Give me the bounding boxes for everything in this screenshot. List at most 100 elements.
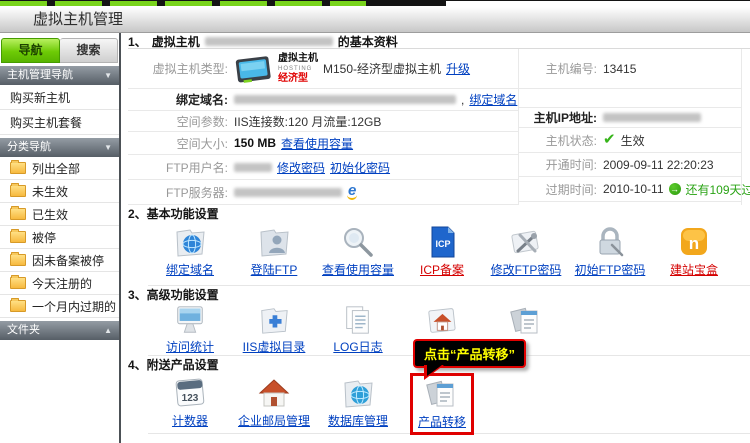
row-open-time: 开通时间: 2009-09-11 22:20:23 <box>519 153 741 177</box>
pages-icon <box>508 304 544 338</box>
folder-icon <box>10 300 26 312</box>
highlight-box: 产品转移 <box>410 373 474 435</box>
status-value: 生效 <box>621 132 645 149</box>
house-icon <box>256 376 292 410</box>
feature-sitebox[interactable]: n 建站宝盒 <box>652 225 736 285</box>
feature-iis-virtual-dir[interactable]: IIS虚拟目录 <box>232 304 316 355</box>
feature-counter[interactable]: 123 计数器 <box>148 376 232 433</box>
feature-database-management[interactable]: 数据库管理 <box>316 376 400 433</box>
magnifier-icon <box>340 225 376 259</box>
monitor-icon <box>172 304 208 336</box>
row-expire-time: 过期时间: 2010-10-11 → 还有109天过期 续费 <box>519 177 741 202</box>
view-usage-link[interactable]: 查看使用容量 <box>281 135 353 152</box>
row-space-size: 空间大小: 150 MB 查看使用容量 <box>128 132 518 155</box>
sidebar-item-buy-new-host[interactable]: 购买新主机 <box>0 85 119 110</box>
sidebar-item-stopped-no-icp[interactable]: 因未备案被停 <box>0 249 119 272</box>
spacer-row <box>519 89 741 107</box>
host-info-table: 虚拟主机类型: <box>128 49 750 205</box>
feature-reset-ftp-password[interactable]: 初始FTP密码 <box>568 225 652 285</box>
callout-balloon: 点击“产品转移” <box>413 339 526 368</box>
masked-ip <box>603 113 701 122</box>
bonus-features-grid: 123 计数器 企业邮局管理 数据库管理 <box>148 374 750 434</box>
check-icon: ✔ <box>603 134 616 146</box>
masked-domain <box>234 95 456 104</box>
counter-123-icon: 123 <box>172 376 208 410</box>
svg-text:123: 123 <box>182 393 199 404</box>
green-segments <box>0 1 366 6</box>
feature-view-usage[interactable]: 查看使用容量 <box>316 225 400 285</box>
masked-ftp-user <box>234 163 272 172</box>
folder-plus-icon <box>256 304 292 336</box>
chevron-down-icon: ▼ <box>104 138 112 157</box>
masked-ftp-server <box>234 188 342 197</box>
row-host-status: 主机状态: ✔ 生效 <box>519 128 741 153</box>
feature-icp-record[interactable]: ICP ICP备案 <box>400 225 484 285</box>
row-ftp-user: FTP用户名: 修改密码 初始化密码 <box>128 155 518 180</box>
sidebar: 导航 搜索 主机管理导航 ▼ 购买新主机 购买主机套餐 分类导航 ▼ 列出全部 … <box>0 33 121 443</box>
bind-domain-link[interactable]: 绑定域名 <box>469 91 517 108</box>
svg-text:ICP: ICP <box>435 239 450 249</box>
sidebar-item-list-all[interactable]: 列出全部 <box>0 157 119 180</box>
black-segment <box>366 1 446 6</box>
feature-log[interactable]: LOG日志 <box>316 304 400 355</box>
feature-product-transfer[interactable]: 产品转移 <box>400 376 484 433</box>
ie-browser-icon[interactable]: e <box>347 184 357 200</box>
tab-search[interactable]: 搜索 <box>60 38 118 63</box>
folder-icon <box>10 185 26 197</box>
sidebar-item-active[interactable]: 已生效 <box>0 203 119 226</box>
feature-bind-domain[interactable]: 绑定域名 <box>148 225 232 285</box>
green-arrow-icon: → <box>669 183 681 195</box>
svg-text:n: n <box>689 234 699 253</box>
folder-icon <box>10 254 26 266</box>
folder-icon <box>10 162 26 174</box>
section2-heading: 2、基本功能设置 <box>128 205 750 223</box>
hosting-type-badge: 虚拟主机 HOSTING 经济型 <box>234 52 318 86</box>
top-green-stripe <box>0 0 750 7</box>
folder-icon <box>10 208 26 220</box>
globe-folder-icon <box>340 376 376 410</box>
sidebar-group-folders[interactable]: 文件夹 ▲ <box>0 321 119 340</box>
tab-navigation[interactable]: 导航 <box>1 38 60 63</box>
main-content: 1、 虚拟主机 的基本资料 虚拟主机类型: <box>121 33 750 443</box>
pages-icon <box>424 377 460 411</box>
basic-features-grid: 绑定域名 登陆FTP 查看使用容量 <box>148 223 750 286</box>
sidebar-item-registered-today[interactable]: 今天注册的 <box>0 272 119 295</box>
days-remaining: 还有109天过期 <box>686 181 750 198</box>
sidebar-item-expiring-in-month[interactable]: 一个月内过期的 <box>0 295 119 318</box>
chevron-up-icon: ▲ <box>104 321 112 340</box>
feature-mail-management[interactable]: 企业邮局管理 <box>232 376 316 433</box>
folder-icon <box>10 277 26 289</box>
sidebar-item-buy-host-package[interactable]: 购买主机套餐 <box>0 110 119 135</box>
sidebar-group-category-nav[interactable]: 分类导航 ▼ <box>0 138 119 157</box>
change-password-link[interactable]: 修改密码 <box>277 159 325 176</box>
documents-icon <box>340 304 376 336</box>
row-host-id: 主机编号: 13415 <box>519 49 741 89</box>
globe-folder-icon <box>172 225 208 259</box>
lock-icon <box>592 225 628 259</box>
row-space-params: 空间参数: IIS连接数:120 月流量:12GB <box>128 111 518 132</box>
row-host-type: 虚拟主机类型: <box>128 49 518 89</box>
chevron-down-icon: ▼ <box>104 66 112 85</box>
icp-document-icon: ICP <box>424 225 460 259</box>
sidebar-item-stopped[interactable]: 被停 <box>0 226 119 249</box>
upgrade-link[interactable]: 升级 <box>446 60 470 77</box>
tools-icon <box>508 225 544 259</box>
masked-host-name <box>205 37 333 46</box>
host-type-value: M150-经济型虚拟主机 <box>323 60 441 77</box>
row-bind-domain: 绑定域名: , 绑定域名 <box>128 89 518 111</box>
folder-icon <box>10 231 26 243</box>
feature-visit-stats[interactable]: 访问统计 <box>148 304 232 355</box>
sidebar-item-not-active[interactable]: 未生效 <box>0 180 119 203</box>
row-host-ip: 主机IP地址: <box>519 107 741 128</box>
feature-change-ftp-password[interactable]: 修改FTP密码 <box>484 225 568 285</box>
n-box-icon: n <box>676 225 712 259</box>
home-disk-icon <box>424 304 460 336</box>
init-password-link[interactable]: 初始化密码 <box>330 159 390 176</box>
page-title: 虚拟主机管理 <box>0 7 750 33</box>
feature-login-ftp[interactable]: 登陆FTP <box>232 225 316 285</box>
sidebar-tabs: 导航 搜索 <box>0 38 119 63</box>
row-ftp-server: FTP服务器: e <box>128 180 518 205</box>
sidebar-group-host-management[interactable]: 主机管理导航 ▼ <box>0 66 119 85</box>
section3-heading: 3、高级功能设置 <box>128 286 750 304</box>
section1-heading: 1、 虚拟主机 的基本资料 <box>128 33 750 49</box>
